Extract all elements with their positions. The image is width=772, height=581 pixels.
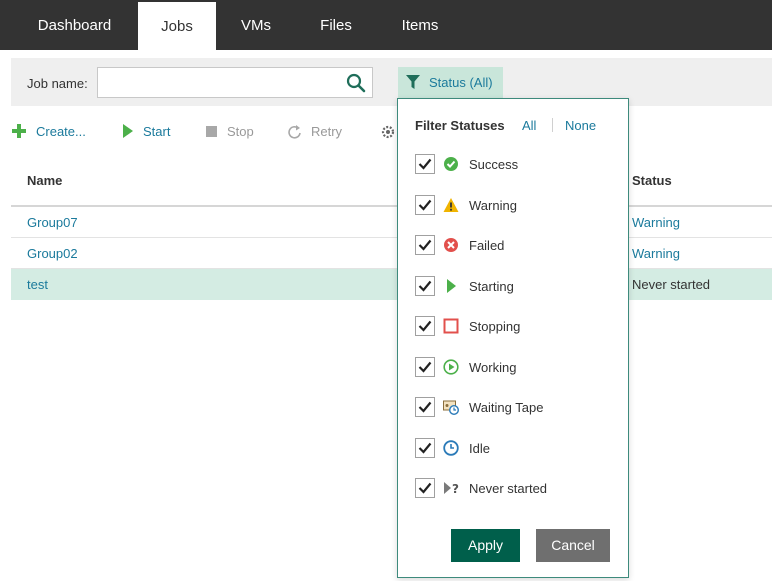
idle-icon (443, 440, 459, 456)
checkmark-icon (418, 199, 432, 211)
stop-label: Stop (227, 124, 254, 139)
stopping-icon (443, 318, 459, 334)
tab-items[interactable]: Items (386, 0, 454, 50)
apply-button[interactable]: Apply (451, 529, 520, 562)
filter-icon (406, 75, 420, 89)
filter-option-working[interactable]: Working (415, 357, 615, 379)
select-all-link[interactable]: All (522, 118, 536, 133)
success-icon (444, 157, 458, 171)
filter-option-label: Success (469, 157, 519, 172)
filter-option-label: Starting (469, 279, 514, 294)
status-filter-button[interactable]: Status (All) (398, 67, 503, 98)
create-button[interactable]: Create... (12, 123, 92, 141)
checkmark-icon (418, 280, 432, 292)
checkbox[interactable] (415, 195, 435, 215)
column-name[interactable]: Name (27, 173, 62, 188)
filter-option-label: Warning (469, 198, 517, 213)
row-name[interactable]: Group02 (27, 246, 78, 261)
retry-label: Retry (311, 124, 343, 139)
row-status: Never started (632, 277, 711, 292)
tab-dashboard[interactable]: Dashboard (16, 0, 133, 50)
checkbox[interactable] (415, 235, 435, 255)
tab-jobs[interactable]: Jobs (138, 2, 216, 50)
starting-icon (447, 279, 456, 293)
row-name[interactable]: Group07 (27, 215, 78, 230)
filter-option-stopping[interactable]: Stopping (415, 316, 615, 338)
status-filter-label: Status (All) (429, 75, 493, 90)
grid-header: Name Status (11, 162, 772, 207)
create-label: Create... (36, 124, 86, 139)
filter-option-idle[interactable]: Idle (415, 438, 615, 460)
filter-option-failed[interactable]: Failed (415, 235, 615, 257)
filter-option-label: Never started (469, 481, 548, 496)
filter-option-starting[interactable]: Starting (415, 276, 615, 298)
select-none-link[interactable]: None (565, 118, 596, 133)
retry-icon (288, 125, 301, 139)
checkmark-icon (418, 361, 432, 373)
failed-icon (444, 238, 458, 252)
checkbox[interactable] (415, 438, 435, 458)
filter-option-label: Stopping (469, 319, 521, 334)
svg-text:?: ? (452, 482, 459, 496)
search-icon[interactable] (346, 73, 366, 93)
filter-option-success[interactable]: Success (415, 154, 615, 176)
filter-option-label: Waiting Tape (469, 400, 544, 415)
row-status: Warning (632, 246, 680, 261)
divider (552, 118, 553, 132)
job-name-input[interactable] (97, 67, 373, 98)
checkbox[interactable] (415, 276, 435, 296)
working-icon (443, 359, 459, 375)
cancel-button[interactable]: Cancel (536, 529, 610, 562)
checkbox[interactable] (415, 357, 435, 377)
tab-files[interactable]: Files (306, 0, 366, 50)
checkmark-icon (418, 482, 432, 494)
warning-icon (443, 198, 459, 212)
column-status[interactable]: Status (632, 173, 672, 188)
never-started-icon: ? (444, 482, 459, 496)
checkbox[interactable] (415, 397, 435, 417)
checkmark-icon (418, 442, 432, 454)
top-nav: Dashboard Jobs VMs Files Items (0, 0, 772, 50)
tab-vms[interactable]: VMs (226, 0, 286, 50)
filter-option-label: Working (469, 360, 517, 375)
plus-icon (12, 124, 26, 138)
checkbox[interactable] (415, 316, 435, 336)
filter-option-waiting-tape[interactable]: Waiting Tape (415, 397, 615, 419)
checkmark-icon (418, 239, 432, 251)
table-row[interactable]: test Never started (11, 269, 772, 300)
waiting-tape-icon (443, 400, 459, 415)
gear-icon (381, 125, 395, 139)
stop-button[interactable]: Stop (205, 123, 265, 141)
filter-option-label: Idle (469, 441, 490, 456)
filter-option-label: Failed (469, 238, 505, 253)
checkmark-icon (418, 320, 432, 332)
filter-option-warning[interactable]: Warning (415, 195, 615, 217)
start-label: Start (143, 124, 171, 139)
checkmark-icon (418, 158, 432, 170)
play-icon (123, 124, 133, 138)
start-button[interactable]: Start (121, 123, 181, 141)
table-row[interactable]: Group02 Warning (11, 238, 772, 269)
table-row[interactable]: Group07 Warning (11, 207, 772, 238)
stop-icon (206, 126, 217, 137)
job-name-label: Job name: (27, 76, 88, 91)
filter-option-never-started[interactable]: ? Never started (415, 478, 615, 500)
checkmark-icon (418, 401, 432, 413)
settings-button[interactable] (380, 123, 397, 141)
row-name[interactable]: test (27, 277, 48, 292)
checkbox[interactable] (415, 154, 435, 174)
filter-panel-title: Filter Statuses (415, 118, 505, 133)
checkbox[interactable] (415, 478, 435, 498)
filter-statuses-panel: Filter Statuses All None Success Warning… (397, 98, 629, 578)
retry-button[interactable]: Retry (287, 123, 352, 141)
row-status: Warning (632, 215, 680, 230)
